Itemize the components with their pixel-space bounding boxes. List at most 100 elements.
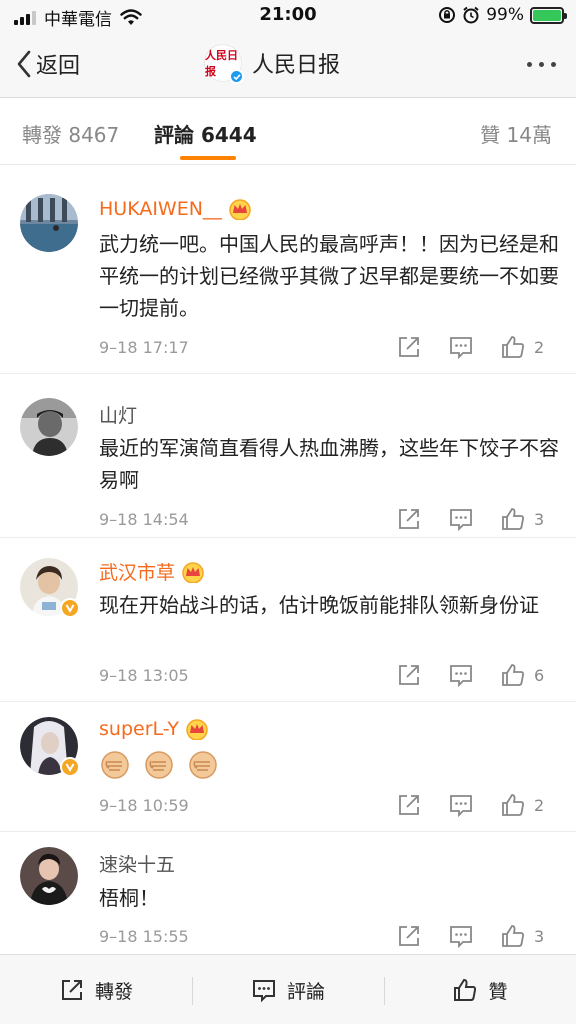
tab-comments[interactable]: 評論 6444: [154, 119, 257, 148]
account-header[interactable]: 人民日报 人民日报: [204, 44, 341, 84]
like-button[interactable]: 2: [500, 792, 544, 818]
back-button[interactable]: 返回: [16, 48, 80, 80]
thumbs-up-icon: [502, 794, 524, 816]
vip-crown-icon: [229, 199, 251, 220]
comment-item: 山灯 最近的军演简直看得人热血沸腾，这些年下饺子不容易啊 9–18 14:54 …: [0, 374, 576, 538]
comment-actions: 3: [376, 506, 576, 534]
fist-emoji: [145, 751, 173, 779]
comment-icon[interactable]: [448, 662, 474, 688]
comment-icon[interactable]: [448, 334, 474, 360]
comment-item: 速染十五 梧桐！ 9–18 15:55 3: [0, 832, 576, 956]
screen-rotation-lock-icon: [439, 7, 456, 23]
comment-author[interactable]: HUKAIWEN__: [99, 198, 252, 220]
battery-percent: 99%: [486, 5, 524, 25]
like-post-button[interactable]: 贊: [384, 955, 576, 1024]
avatar[interactable]: [20, 847, 78, 905]
thumbs-up-icon: [502, 664, 524, 686]
vip-crown-icon: [186, 719, 208, 740]
thumbs-up-icon: [502, 508, 524, 530]
like-count: 6: [534, 665, 545, 685]
fist-emoji: [101, 751, 129, 779]
comment-text: 最近的军演简直看得人热血沸腾，这些年下饺子不容易啊: [99, 436, 559, 492]
share-icon[interactable]: [396, 506, 422, 532]
avatar[interactable]: [20, 558, 80, 618]
nav-bar: 返回 人民日报 人民日报: [0, 32, 576, 98]
like-button[interactable]: 2: [500, 334, 544, 360]
comment-button[interactable]: 評論: [192, 955, 384, 1024]
bottom-toolbar: 轉發 評論 贊: [0, 954, 576, 1024]
page-title: 人民日报: [252, 53, 341, 78]
avatar-image: [20, 194, 78, 252]
comment-actions: 3: [376, 923, 576, 951]
comment-item: 武汉市草 现在开始战斗的话，估计晚饭前能排队领新身份证 9–18 13:05 6: [0, 538, 576, 702]
comment-list: HUKAIWEN__ 武力统一吧。中国人民的最高呼声！！因为已经是和平统一的计划…: [0, 166, 576, 956]
alarm-icon: [463, 6, 479, 24]
avatar-image: [20, 398, 78, 456]
repost-button[interactable]: 轉發: [0, 955, 192, 1024]
comment-icon[interactable]: [448, 792, 474, 818]
comment-author[interactable]: superL-Y: [99, 718, 209, 740]
share-icon[interactable]: [396, 662, 422, 688]
comment-time: 9–18 15:55: [99, 927, 189, 946]
like-count: 3: [534, 509, 545, 529]
like-label: 贊: [488, 980, 508, 1003]
comment-author[interactable]: 速染十五: [99, 850, 175, 877]
author-name: 速染十五: [99, 854, 176, 876]
battery-level: [533, 9, 561, 21]
author-name: superL-Y: [99, 718, 179, 740]
like-button[interactable]: 3: [500, 923, 544, 949]
avatar-image: [20, 847, 78, 905]
verified-badge-icon: [60, 757, 80, 777]
comment-text: 现在开始战斗的话，估计晚饭前能排队领新身份证: [99, 593, 539, 617]
comment-time: 9–18 17:17: [99, 338, 189, 357]
thumbs-up-icon: [454, 978, 477, 1001]
repost-label: 轉發: [94, 980, 133, 1003]
comment-emoji-row: [99, 749, 559, 790]
back-label: 返回: [36, 54, 81, 79]
author-name: HUKAIWEN__: [99, 198, 222, 220]
comment-time: 9–18 14:54: [99, 510, 189, 529]
comment-actions: 2: [376, 792, 576, 820]
tab-bar: 轉發 8467 評論 6444 贊 14萬: [0, 99, 576, 165]
comment-label: 評論: [286, 980, 325, 1003]
verified-badge-icon: [229, 69, 244, 84]
like-count: 3: [534, 926, 545, 946]
thumbs-up-icon: [502, 336, 524, 358]
fist-emoji: [189, 751, 217, 779]
comment-item: superL-Y 9–18 10:59 2: [0, 702, 576, 832]
comment-text: 武力统一吧。中国人民的最高呼声！！因为已经是和平统一的计划已经微乎其微了迟早都是…: [99, 232, 559, 320]
tab-reposts[interactable]: 轉發 8467: [22, 119, 119, 148]
avatar[interactable]: [20, 717, 80, 777]
comment-author[interactable]: 武汉市草: [99, 558, 205, 585]
share-icon[interactable]: [396, 792, 422, 818]
comment-actions: 6: [376, 662, 576, 690]
status-bar: 中華電信 21:00 99%: [0, 0, 576, 32]
comment-time: 9–18 10:59: [99, 796, 189, 815]
share-icon[interactable]: [396, 923, 422, 949]
status-right: 99%: [438, 5, 567, 25]
comment-author[interactable]: 山灯: [99, 401, 137, 428]
comment-icon[interactable]: [448, 506, 474, 532]
thumbs-up-icon: [502, 925, 524, 947]
tab-active-indicator: [180, 156, 236, 160]
verified-badge-icon: [60, 598, 80, 618]
like-button[interactable]: 6: [500, 662, 544, 688]
comment-icon[interactable]: [448, 923, 474, 949]
comment-text: 梧桐！: [99, 886, 159, 910]
comment-actions: 2: [376, 334, 576, 362]
battery-icon: [530, 6, 567, 24]
account-avatar: 人民日报: [204, 44, 244, 84]
more-dots-icon[interactable]: [527, 62, 556, 67]
vip-crown-icon: [182, 561, 204, 583]
comment-item: HUKAIWEN__ 武力统一吧。中国人民的最高呼声！！因为已经是和平统一的计划…: [0, 166, 576, 374]
chevron-left-icon: [17, 50, 31, 78]
like-count: 2: [534, 795, 545, 815]
tab-likes[interactable]: 贊 14萬: [480, 119, 552, 148]
avatar[interactable]: [20, 398, 78, 456]
comment-icon: [252, 980, 275, 1003]
share-icon[interactable]: [396, 334, 422, 360]
like-button[interactable]: 3: [500, 506, 544, 532]
share-icon: [61, 980, 82, 1000]
author-name: 武汉市草: [99, 562, 176, 584]
avatar[interactable]: [20, 194, 78, 252]
